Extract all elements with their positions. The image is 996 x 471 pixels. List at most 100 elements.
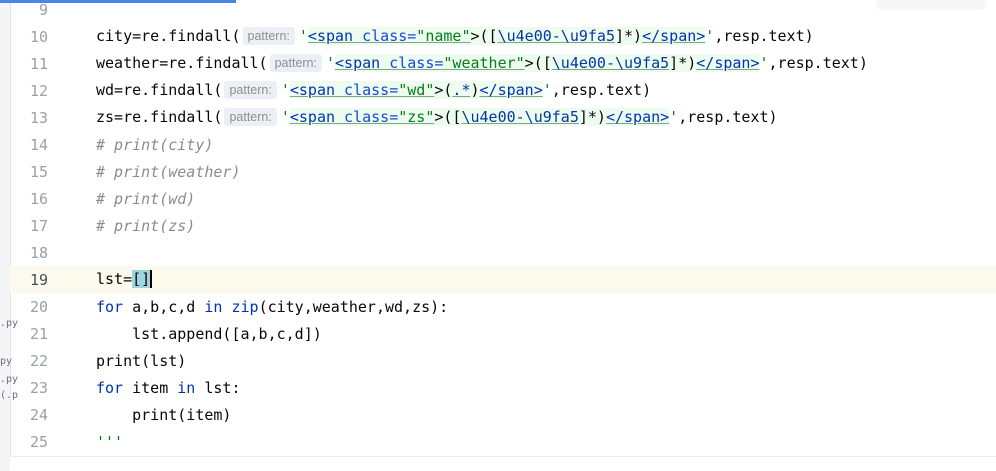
code-token: (city,weather,wd,zs): — [258, 297, 449, 316]
line-code[interactable]: for item in lst: — [96, 379, 241, 397]
code-line[interactable]: 11 weather=re.findall(pattern: '<span cla… — [10, 50, 996, 77]
html-attr-value: "name" — [416, 27, 471, 45]
string-quote: ' — [669, 108, 679, 126]
line-number: 10 — [29, 27, 48, 46]
code-token: city=re.findall( — [96, 27, 241, 45]
regex-token: >( — [434, 108, 453, 126]
comment[interactable]: # print(city) — [96, 136, 213, 154]
string-quote: ' — [542, 81, 552, 99]
html-attr: class= — [335, 81, 399, 99]
line-number: 11 — [29, 54, 48, 73]
string-quote: ' — [759, 54, 769, 72]
line-number: 19 — [29, 270, 48, 289]
line-number: 12 — [29, 81, 48, 100]
parameter-hint: pattern: — [224, 108, 277, 126]
line-number: 16 — [29, 189, 48, 208]
docstring-quote[interactable]: ''' — [96, 433, 123, 451]
code-line[interactable]: 23 for item in lst: — [10, 374, 996, 401]
regex-quantifier: .* — [452, 81, 471, 99]
code-token: ,resp.text) — [551, 81, 652, 99]
line-number: 22 — [29, 351, 48, 370]
line-code[interactable]: wd=re.findall(pattern: '<span class="wd">… — [96, 81, 651, 100]
text-caret — [150, 269, 153, 288]
html-tag: </span> — [479, 81, 543, 99]
string-quote: ' — [325, 54, 336, 72]
line-code[interactable]: zs=re.findall(pattern: '<span class="zs">… — [96, 108, 778, 127]
code-token: weather=re.findall( — [96, 54, 268, 72]
line-code[interactable]: lst=[] — [96, 269, 153, 289]
code-line[interactable]: 15 # print(weather) — [10, 158, 996, 185]
code-line[interactable]: 12 wd=re.findall(pattern: '<span class="w… — [10, 77, 996, 104]
code-token: zs=re.findall( — [96, 108, 223, 126]
code-token: wd=re.findall( — [96, 81, 223, 99]
html-tag: <span — [289, 81, 336, 99]
code-line[interactable]: 21 lst.append([a,b,c,d]) — [10, 320, 996, 347]
code-line[interactable]: 13 zs=re.findall(pattern: '<span class="z… — [10, 104, 996, 131]
regex-token: ]*) — [669, 54, 697, 72]
code-token: ,resp.text) — [714, 27, 814, 45]
current-line[interactable]: 19 lst=[] — [10, 266, 996, 293]
code-line[interactable]: 22 print(lst) — [10, 347, 996, 374]
line-number: 24 — [29, 405, 48, 424]
code-token: lst= — [96, 270, 133, 289]
regex-token: ]*) — [578, 108, 606, 126]
string-quote: ' — [280, 81, 290, 99]
line-number: 17 — [29, 216, 48, 235]
code-token: a,b,c,d — [123, 297, 205, 316]
html-tag: <span — [307, 27, 354, 45]
regex-token: >( — [434, 81, 453, 99]
string-quote: ' — [280, 108, 290, 126]
regex-token: ) — [470, 81, 480, 99]
line-code[interactable]: for a,b,c,d in zip(city,weather,wd,zs): — [96, 298, 448, 316]
parameter-hint: pattern: — [242, 27, 295, 45]
line-number: 14 — [29, 135, 48, 154]
keyword: in — [177, 378, 196, 397]
regex-token: ]*) — [614, 27, 643, 45]
html-attr-value: "zs" — [398, 108, 435, 126]
regex-token: >( — [524, 54, 543, 72]
code-line[interactable]: 25 ''' — [10, 428, 996, 455]
html-tag: </span> — [642, 27, 706, 45]
code-line[interactable]: 18 — [10, 239, 996, 266]
html-attr: class= — [380, 54, 444, 72]
line-code[interactable]: print(lst) — [96, 352, 186, 370]
regex-bracket: [ — [488, 27, 498, 45]
html-tag: <span — [335, 54, 381, 72]
regex-token: >( — [470, 27, 489, 45]
code-line[interactable]: 14 # print(city) — [10, 131, 996, 158]
code-line[interactable]: 20 for a,b,c,d in zip(city,weather,wd,zs… — [10, 293, 996, 320]
line-code[interactable]: lst.append([a,b,c,d]) — [96, 325, 322, 343]
code-line[interactable]: 24 print(item) — [10, 401, 996, 428]
line-code[interactable]: city=re.findall(pattern: '<span class="na… — [96, 27, 814, 46]
line-number: 20 — [29, 297, 48, 316]
line-number: 21 — [29, 324, 48, 343]
code-editor[interactable]: 9 10 city=re.findall(pattern: '<span clas… — [10, 0, 996, 471]
code-line[interactable]: 17 # print(zs) — [10, 212, 996, 239]
code-token: ,resp.text) — [678, 108, 778, 126]
html-tag: </span> — [696, 54, 760, 72]
regex-injection: <span class="zs">([\u4e00-\u9fa5]*)</spa… — [289, 108, 670, 126]
string-quote: ' — [705, 27, 715, 45]
code-line[interactable]: 9 — [10, 0, 996, 23]
line-number: 18 — [29, 243, 48, 262]
html-attr: class= — [353, 27, 417, 45]
line-code[interactable]: weather=re.findall(pattern: '<span class=… — [96, 54, 868, 73]
regex-bracket: [ — [542, 54, 552, 72]
code-line[interactable]: 10 city=re.findall(pattern: '<span class=… — [10, 23, 996, 50]
comment[interactable]: # print(wd) — [96, 190, 195, 208]
line-number: 15 — [29, 162, 48, 181]
keyword: for — [96, 297, 124, 316]
comment[interactable]: # print(zs) — [96, 217, 195, 235]
regex-escape: \u4e00-\u9fa5 — [497, 27, 615, 45]
html-attr-value: "wd" — [398, 81, 435, 99]
code-line[interactable]: 16 # print(wd) — [10, 185, 996, 212]
builtin: zip — [231, 297, 259, 316]
html-attr-value: "weather" — [443, 54, 525, 72]
line-code[interactable]: print(item) — [96, 406, 231, 424]
bracket-match-highlight: [] — [132, 270, 151, 289]
line-number: 23 — [29, 378, 48, 397]
regex-injection: <span class="name">([\u4e00-\u9fa5]*)</s… — [307, 27, 706, 45]
regex-escape: \u4e00-\u9fa5 — [461, 108, 579, 126]
comment[interactable]: # print(weather) — [96, 163, 241, 181]
editor-bottom-edge — [10, 456, 996, 471]
